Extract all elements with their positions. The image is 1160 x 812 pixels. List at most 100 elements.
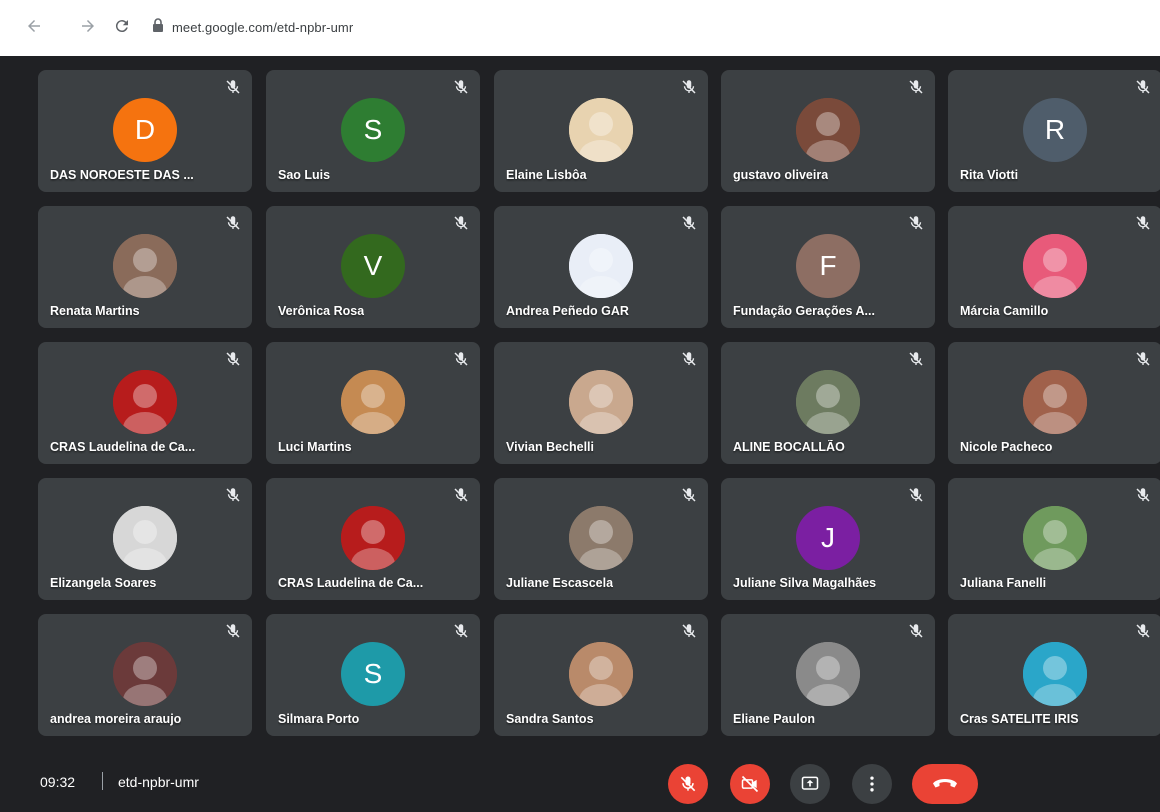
avatar-photo-icon	[569, 234, 633, 298]
avatar-letter: V	[341, 234, 405, 298]
participant-name: ALINE BOCALLÃO	[733, 440, 845, 454]
participant-tile[interactable]: J Juliane Silva Magalhães	[721, 478, 935, 600]
participant-name: Márcia Camillo	[960, 304, 1049, 318]
mic-off-icon	[1134, 78, 1152, 96]
participant-tile[interactable]: Vivian Bechelli	[494, 342, 708, 464]
participant-name: CRAS Laudelina de Ca...	[278, 576, 424, 590]
avatar-photo-icon	[796, 370, 860, 434]
avatar-letter: S	[341, 98, 405, 162]
mic-off-icon	[1134, 350, 1152, 368]
mic-off-icon	[680, 78, 698, 96]
avatar-photo-icon	[569, 506, 633, 570]
mic-off-icon	[452, 622, 470, 640]
mic-off-icon	[680, 214, 698, 232]
back-arrow-icon[interactable]	[22, 14, 46, 38]
participant-name: Luci Martins	[278, 440, 352, 454]
participant-name: Sandra Santos	[506, 712, 594, 726]
avatar-photo-icon	[796, 98, 860, 162]
mic-off-icon	[224, 350, 242, 368]
avatar-photo-icon	[1023, 234, 1087, 298]
participant-name: CRAS Laudelina de Ca...	[50, 440, 196, 454]
more-vert-icon	[862, 774, 882, 794]
participant-tile[interactable]: Juliana Fanelli	[948, 478, 1160, 600]
mic-off-icon	[680, 486, 698, 504]
mic-off-button[interactable]	[668, 764, 708, 804]
mic-off-icon	[907, 78, 925, 96]
lock-icon	[152, 17, 164, 37]
meeting-control-bar: 09:32 etd-npbr-umr	[0, 752, 1160, 812]
mic-off-icon	[1134, 486, 1152, 504]
participant-name: Juliana Fanelli	[960, 576, 1047, 590]
mic-off-icon	[224, 214, 242, 232]
browser-toolbar: meet.google.com/etd-npbr-umr	[0, 0, 1160, 57]
participant-name: Elizangela Soares	[50, 576, 157, 590]
participant-name: Juliane Silva Magalhães	[733, 576, 877, 590]
camera-off-button[interactable]	[730, 764, 770, 804]
participant-tile[interactable]: V Verônica Rosa	[266, 206, 480, 328]
participant-tile[interactable]: Juliane Escascela	[494, 478, 708, 600]
videocam-off-icon	[740, 774, 760, 794]
participant-tile[interactable]: Elaine Lisbôa	[494, 70, 708, 192]
present-button[interactable]	[790, 764, 830, 804]
participant-name: Eliane Paulon	[733, 712, 815, 726]
mic-off-icon	[452, 78, 470, 96]
participant-name: Cras SATELITE IRIS	[960, 712, 1079, 726]
mic-off-icon	[452, 486, 470, 504]
avatar-photo-icon	[113, 234, 177, 298]
participant-tile[interactable]: gustavo oliveira	[721, 70, 935, 192]
mic-off-icon	[907, 214, 925, 232]
meeting-code: etd-npbr-umr	[118, 774, 199, 790]
participant-tile[interactable]: Sandra Santos	[494, 614, 708, 736]
participant-tile[interactable]: S Silmara Porto	[266, 614, 480, 736]
more-options-button[interactable]	[852, 764, 892, 804]
avatar-photo-icon	[113, 370, 177, 434]
avatar-initial: D	[134, 114, 156, 145]
avatar-letter: J	[796, 506, 860, 570]
avatar-photo-icon	[569, 98, 633, 162]
mic-off-icon	[452, 214, 470, 232]
participant-tile[interactable]: Renata Martins	[38, 206, 252, 328]
mic-off-icon	[907, 350, 925, 368]
participant-tile[interactable]: Andrea Peñedo GAR	[494, 206, 708, 328]
participant-name: andrea moreira araujo	[50, 712, 182, 726]
participant-name: DAS NOROESTE DAS ...	[50, 168, 194, 182]
participant-tile[interactable]: Cras SATELITE IRIS	[948, 614, 1160, 736]
reload-icon[interactable]	[110, 14, 134, 38]
participant-tile[interactable]: Márcia Camillo	[948, 206, 1160, 328]
mic-off-icon	[1134, 214, 1152, 232]
participant-tile[interactable]: S Sao Luis	[266, 70, 480, 192]
forward-arrow-icon[interactable]	[76, 14, 100, 38]
participant-tile[interactable]: CRAS Laudelina de Ca...	[38, 342, 252, 464]
call-end-icon	[932, 777, 958, 791]
participant-tile[interactable]: D DAS NOROESTE DAS ...	[38, 70, 252, 192]
mic-off-icon	[452, 350, 470, 368]
separator	[102, 772, 103, 790]
mic-off-icon	[224, 622, 242, 640]
avatar-photo-icon	[341, 506, 405, 570]
address-bar[interactable]: meet.google.com/etd-npbr-umr	[152, 16, 353, 38]
participant-name: Fundação Gerações A...	[733, 304, 875, 318]
url-text: meet.google.com/etd-npbr-umr	[172, 19, 354, 35]
participant-tile[interactable]: andrea moreira araujo	[38, 614, 252, 736]
participant-tile[interactable]: Eliane Paulon	[721, 614, 935, 736]
avatar-letter: R	[1023, 98, 1087, 162]
participant-tile[interactable]: CRAS Laudelina de Ca...	[266, 478, 480, 600]
avatar-photo-icon	[1023, 506, 1087, 570]
participant-tile[interactable]: Elizangela Soares	[38, 478, 252, 600]
participant-name: Vivian Bechelli	[506, 440, 595, 454]
avatar-photo-icon	[113, 506, 177, 570]
mic-off-icon	[680, 622, 698, 640]
leave-call-button[interactable]	[912, 764, 978, 804]
participant-name: Silmara Porto	[278, 712, 360, 726]
participant-name: Juliane Escascela	[506, 576, 614, 590]
participant-tile[interactable]: F Fundação Gerações A...	[721, 206, 935, 328]
avatar-initial: S	[363, 658, 383, 689]
avatar-photo-icon	[569, 370, 633, 434]
participant-tile[interactable]: Luci Martins	[266, 342, 480, 464]
participant-tile[interactable]: ALINE BOCALLÃO	[721, 342, 935, 464]
participant-name: Elaine Lisbôa	[506, 168, 587, 182]
participant-tile[interactable]: R Rita Viotti	[948, 70, 1160, 192]
avatar-letter: S	[341, 642, 405, 706]
participant-name: Sao Luis	[278, 168, 331, 182]
participant-tile[interactable]: Nicole Pacheco	[948, 342, 1160, 464]
